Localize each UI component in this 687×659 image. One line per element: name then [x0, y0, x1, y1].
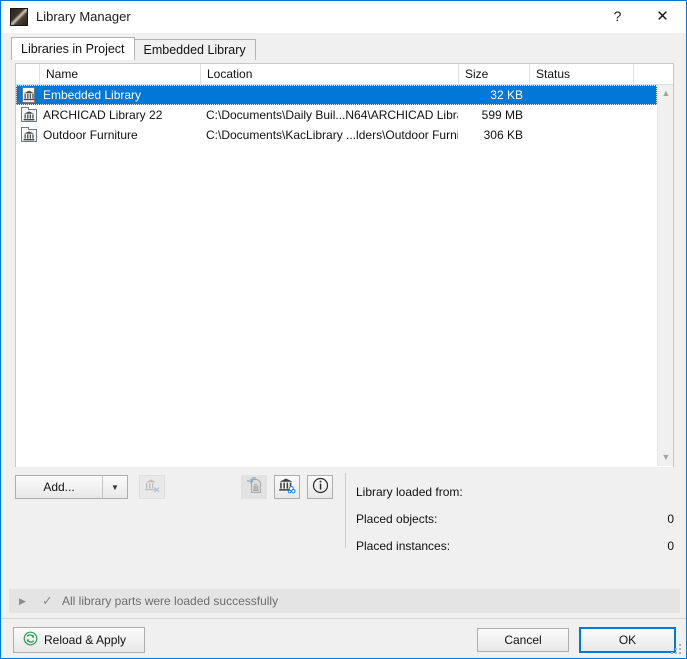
- footer-divider: [1, 618, 686, 619]
- column-header-status[interactable]: Status: [530, 64, 634, 84]
- column-header-location[interactable]: Location: [201, 64, 459, 84]
- table-body: Embedded Library 32 KB ARCHICAD Library …: [16, 85, 657, 466]
- reload-and-apply-button[interactable]: Reload & Apply: [13, 627, 145, 653]
- status-message: All library parts were loaded successful…: [62, 594, 279, 608]
- placed-instances-row: Placed instances: 0: [356, 533, 674, 560]
- manage-library-button[interactable]: [274, 475, 300, 499]
- row-location: C:\Documents\KacLibrary ...lders\Outdoor…: [206, 128, 458, 142]
- add-dropdown-button[interactable]: ▼: [102, 475, 128, 499]
- embedded-library-document-icon: [21, 87, 39, 103]
- table-row[interactable]: ARCHICAD Library 22 C:\Documents\Daily B…: [16, 105, 657, 125]
- cancel-button[interactable]: Cancel: [477, 628, 569, 652]
- refresh-icon: [23, 631, 38, 649]
- window-title: Library Manager: [36, 9, 131, 24]
- placed-objects-label: Placed objects:: [356, 512, 438, 526]
- table-row[interactable]: Outdoor Furniture C:\Documents\KacLibrar…: [16, 125, 657, 145]
- toolbar-divider: [345, 473, 346, 548]
- placed-objects-value: 0: [667, 512, 674, 526]
- row-status: [533, 125, 633, 145]
- library-info-panel: Library loaded from: Placed objects: 0 P…: [356, 479, 674, 560]
- remove-library-icon: [144, 478, 161, 497]
- vertical-scrollbar[interactable]: ▲ ▼: [657, 85, 673, 466]
- export-library-icon: [246, 477, 263, 497]
- row-size: 32 KB: [490, 88, 523, 102]
- row-location: [206, 85, 458, 105]
- archicad-logo-icon: [10, 8, 28, 26]
- column-header-name[interactable]: Name: [40, 64, 201, 84]
- column-header-size[interactable]: Size: [459, 64, 530, 84]
- row-location: C:\Documents\Daily Buil...N64\ARCHICAD L…: [206, 108, 458, 122]
- row-size: 599 MB: [481, 108, 523, 122]
- remove-library-button[interactable]: [139, 475, 165, 499]
- tab-strip: Libraries in Project Embedded Library: [11, 37, 256, 60]
- add-split-button: Add... ▼: [15, 475, 128, 499]
- column-header-filler: [634, 64, 673, 84]
- library-loaded-from-row: Library loaded from:: [356, 479, 674, 506]
- library-folder-icon: [21, 107, 39, 123]
- row-status: [533, 105, 633, 125]
- row-status: [533, 85, 633, 105]
- scroll-down-icon[interactable]: ▼: [658, 449, 674, 466]
- tab-embedded-library[interactable]: Embedded Library: [133, 39, 256, 60]
- expand-details-icon[interactable]: ▶: [19, 589, 26, 613]
- placed-objects-row: Placed objects: 0: [356, 506, 674, 533]
- table-header-row: Name Location Size Status: [16, 64, 673, 85]
- row-name: Outdoor Furniture: [43, 128, 138, 142]
- row-name: Embedded Library: [43, 88, 142, 102]
- resize-grip[interactable]: [671, 644, 682, 655]
- reload-and-apply-label: Reload & Apply: [44, 633, 127, 647]
- scroll-up-icon[interactable]: ▲: [658, 85, 674, 102]
- manage-library-icon: [278, 477, 296, 497]
- info-icon: [312, 477, 329, 497]
- close-button[interactable]: ✕: [640, 1, 685, 31]
- row-size: 306 KB: [483, 128, 523, 142]
- help-button[interactable]: ?: [595, 1, 640, 31]
- ok-button[interactable]: OK: [579, 627, 676, 653]
- status-bar[interactable]: ▶ ✓ All library parts were loaded succes…: [9, 589, 680, 613]
- tab-libraries-in-project[interactable]: Libraries in Project: [11, 37, 135, 60]
- export-library-button[interactable]: [241, 475, 267, 499]
- library-list-panel: Name Location Size Status Embedded Libra…: [15, 63, 674, 467]
- placed-instances-value: 0: [667, 539, 674, 553]
- title-bar: Library Manager ? ✕: [1, 1, 686, 33]
- success-check-icon: ✓: [42, 593, 53, 608]
- row-name: ARCHICAD Library 22: [43, 108, 163, 122]
- library-manager-dialog: Library Manager ? ✕ Libraries in Project…: [0, 0, 687, 659]
- library-loaded-from-label: Library loaded from:: [356, 485, 463, 499]
- add-button[interactable]: Add...: [15, 475, 102, 499]
- placed-instances-label: Placed instances:: [356, 539, 451, 553]
- library-folder-icon: [21, 127, 39, 143]
- column-header-gutter: [16, 64, 40, 84]
- library-info-button[interactable]: [307, 475, 333, 499]
- table-row[interactable]: Embedded Library 32 KB: [16, 85, 657, 105]
